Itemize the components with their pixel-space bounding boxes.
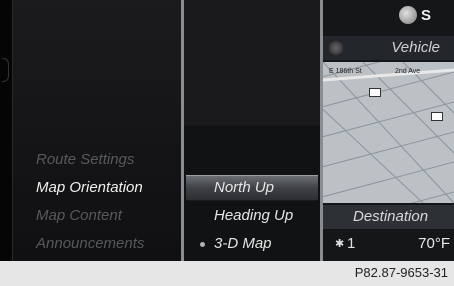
caption-bar: P82.87-9653-31 bbox=[0, 261, 454, 286]
bullet-icon bbox=[200, 242, 205, 247]
fan-icon: ✱ bbox=[335, 238, 345, 250]
temperature-display: 70°F bbox=[418, 235, 450, 252]
menu-item-map-content[interactable]: Map Content bbox=[36, 207, 122, 224]
head-unit-screen: Route Settings Map Orientation Map Conte… bbox=[0, 0, 454, 261]
map-view[interactable]: E 186th St 2nd Ave bbox=[323, 62, 454, 203]
fan-level: 1 bbox=[347, 235, 356, 252]
menu-item-announcements[interactable]: Announcements bbox=[36, 235, 144, 252]
vehicle-button[interactable]: Vehicle bbox=[323, 36, 454, 60]
option-north-up[interactable]: North Up bbox=[186, 175, 318, 201]
map-marker-icon[interactable] bbox=[431, 112, 443, 121]
map-graphic bbox=[323, 62, 454, 203]
side-tab[interactable] bbox=[2, 58, 9, 82]
option-label: 3-D Map bbox=[214, 235, 272, 252]
figure-code: P82.87-9653-31 bbox=[354, 265, 448, 280]
option-label: North Up bbox=[214, 179, 275, 196]
compass-icon bbox=[399, 6, 417, 24]
compass-heading: S bbox=[421, 7, 432, 24]
option-3d-map[interactable]: 3-D Map bbox=[186, 232, 318, 256]
destination-label: Destination bbox=[353, 208, 429, 225]
status-bar: ✱ 1 70°F bbox=[323, 231, 454, 259]
map-marker-icon[interactable] bbox=[369, 88, 381, 97]
left-edge bbox=[0, 0, 12, 261]
menu-item-map-orientation[interactable]: Map Orientation bbox=[36, 179, 143, 196]
street-label: 2nd Ave bbox=[395, 68, 421, 75]
option-heading-up[interactable]: Heading Up bbox=[186, 204, 318, 228]
destination-button[interactable]: Destination bbox=[323, 205, 454, 229]
option-label: Heading Up bbox=[214, 207, 294, 224]
vehicle-label: Vehicle bbox=[391, 39, 440, 56]
menu-item-route-settings[interactable]: Route Settings bbox=[36, 151, 134, 168]
globe-icon bbox=[329, 41, 343, 55]
street-label: E 186th St bbox=[329, 68, 362, 75]
